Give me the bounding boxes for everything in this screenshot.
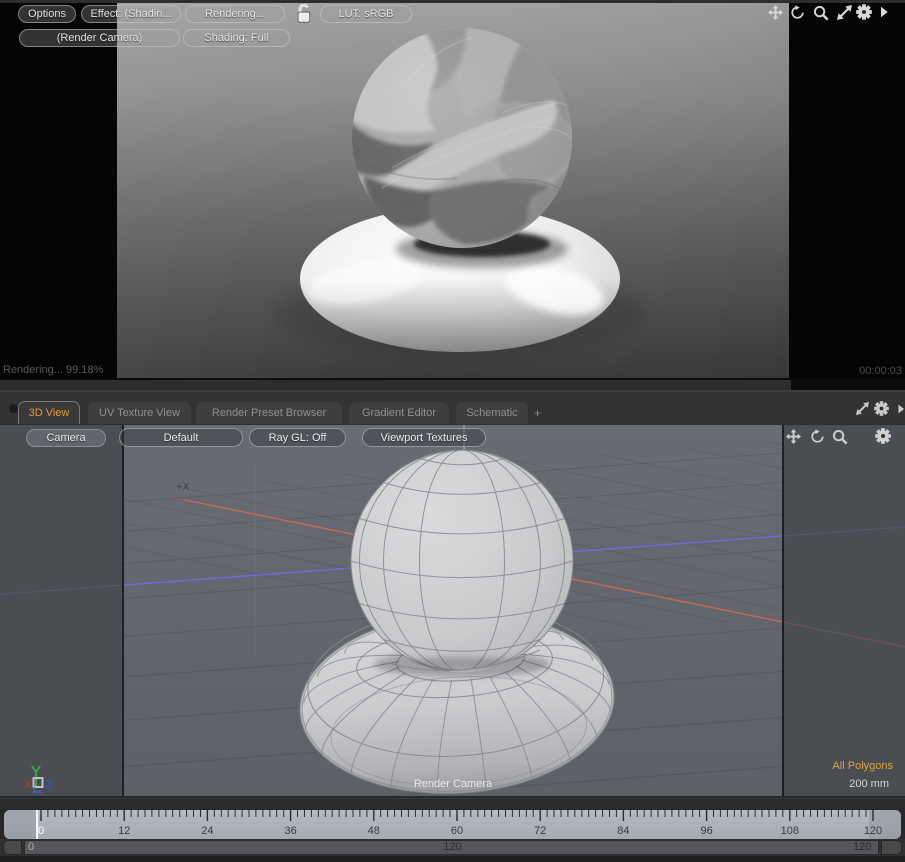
svg-text:84: 84 [617,825,629,837]
svg-text:12: 12 [118,825,130,837]
svg-text:36: 36 [284,825,296,837]
svg-text:24: 24 [201,825,213,837]
svg-text:48: 48 [368,825,380,837]
svg-text:120: 120 [864,825,882,837]
svg-text:X: X [24,779,32,791]
svg-text:Z: Z [45,779,52,791]
svg-text:108: 108 [781,825,799,837]
svg-text:0: 0 [38,825,44,837]
svg-text:96: 96 [700,825,712,837]
svg-text:72: 72 [534,825,546,837]
svg-text:60: 60 [451,825,463,837]
